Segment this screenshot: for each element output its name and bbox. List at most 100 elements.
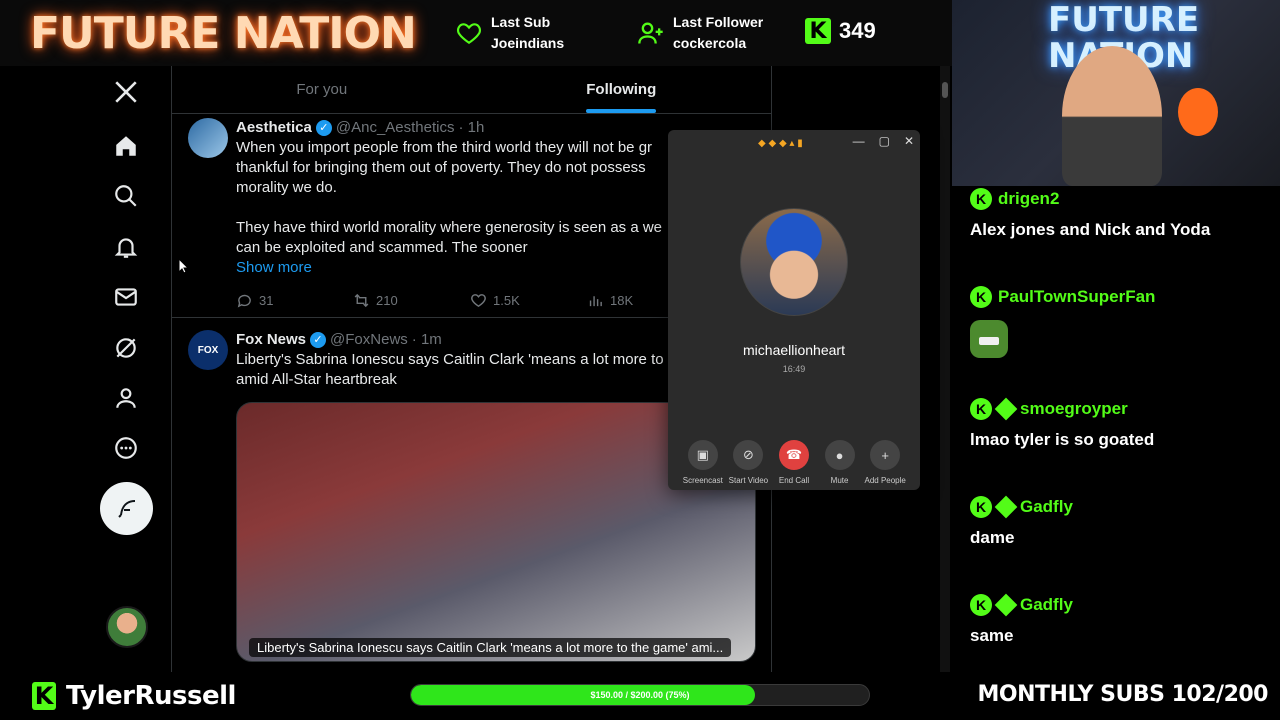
brand-title: FUTURE NATION <box>30 8 417 59</box>
chat-message-text: dame <box>970 528 1015 547</box>
caller-name: michaellionheart <box>743 342 845 358</box>
like-icon <box>471 293 486 307</box>
chat-message-text: same <box>970 626 1014 645</box>
last-follower-label: Last Follower <box>673 14 764 30</box>
orange-ball <box>1178 88 1218 136</box>
mouse-cursor-icon <box>178 258 188 274</box>
last-follower-widget: Last Follower cockercola <box>637 12 763 54</box>
tweet-author-name[interactable]: Fox News <box>236 330 306 350</box>
microphone-icon: ● <box>824 440 855 470</box>
page-scrollbar[interactable] <box>940 66 950 672</box>
tweet-time[interactable]: · 1m <box>412 330 442 350</box>
tweet-avatar[interactable] <box>188 118 228 158</box>
chat-username-text: Gadfly <box>1020 497 1073 516</box>
add-people-button[interactable]: + Add People <box>862 440 908 485</box>
maximize-icon[interactable]: ▢ <box>879 134 890 148</box>
webcam-feed: FUTURE NATION <box>952 0 1280 186</box>
fox-news-avatar[interactable]: FOX <box>188 330 228 370</box>
tweet-author-name[interactable]: Aesthetica <box>236 118 312 138</box>
kick-logo-icon: K <box>32 682 56 710</box>
screencast-button[interactable]: ▣ Screencast <box>680 440 726 485</box>
more-icon[interactable] <box>108 430 144 466</box>
heart-icon <box>457 23 481 45</box>
last-sub-label: Last Sub <box>491 14 551 30</box>
start-video-button[interactable]: ⊘ Start Video <box>726 440 772 485</box>
x-logo-icon[interactable] <box>108 74 144 110</box>
chat-username-text: drigen2 <box>998 189 1060 208</box>
grok-icon[interactable] <box>108 330 144 366</box>
video-off-icon: ⊘ <box>733 440 764 470</box>
kick-badge-icon: K <box>970 594 992 616</box>
chat-username: K smoegroyper <box>970 397 1154 421</box>
monthly-subs-counter: MONTHLY SUBS 102/200 <box>977 682 1269 707</box>
kick-follower-count: K 349 <box>805 18 876 44</box>
x-sidebar <box>0 66 172 672</box>
like-count: 1.5K <box>493 292 520 308</box>
goal-progress-bar: $150.00 / $200.00 (75%) <box>410 684 870 706</box>
diamond-badge-icon <box>994 397 1018 421</box>
chat-message: K Gadfly dame <box>970 495 1073 548</box>
mute-button[interactable]: ● Mute <box>817 440 863 485</box>
window-controls: — ▢ ✕ <box>853 134 914 148</box>
tweet-author-handle[interactable]: @Anc_Aesthetics <box>336 118 455 138</box>
view-count: 18K <box>610 292 634 308</box>
close-icon[interactable]: ✕ <box>904 134 914 148</box>
reply-button[interactable]: 31 <box>236 292 353 309</box>
chat-username-text: PaulTownSuperFan <box>998 287 1156 306</box>
verified-badge-icon: ✓ <box>315 120 332 136</box>
home-icon[interactable] <box>108 128 144 164</box>
stream-bottom-bar: K TylerRussell $150.00 / $200.00 (75%) M… <box>0 672 1280 720</box>
chat-message: K smoegroyper lmao tyler is so goated <box>970 397 1155 450</box>
kick-badge-icon: K <box>970 188 992 210</box>
streamer-figure <box>1062 46 1162 186</box>
mail-icon[interactable] <box>108 279 144 315</box>
chat-emote <box>970 320 1008 358</box>
add-people-icon: + <box>870 440 901 470</box>
end-call-label: End Call <box>778 476 810 485</box>
chat-message-text: Alex jones and Nick and Yoda <box>970 220 1211 239</box>
reply-icon <box>237 294 251 307</box>
search-icon[interactable] <box>108 178 144 214</box>
last-sub-value: Joeindians <box>491 35 565 51</box>
chat-username: K drigen2 <box>970 188 1210 210</box>
goal-progress-text: $150.00 / $200.00 (75%) <box>590 690 690 700</box>
kick-badge-icon: K <box>970 496 992 518</box>
call-window: ◆ ◆ ◆ ▴ ▮ — ▢ ✕ michaellionheart 16:49 ▣… <box>668 130 920 490</box>
tab-following[interactable]: Following <box>472 66 772 113</box>
minimize-icon[interactable]: — <box>853 134 865 148</box>
repost-count: 210 <box>376 292 398 308</box>
screencast-icon: ▣ <box>687 440 718 470</box>
call-controls: ▣ Screencast ⊘ Start Video ☎ End Call ● … <box>680 440 908 485</box>
repost-icon <box>354 293 369 307</box>
add-people-label: Add People <box>864 476 906 485</box>
chat-username: K Gadfly <box>970 495 1073 519</box>
views-icon <box>589 295 602 306</box>
verified-badge-icon: ✓ <box>310 332 327 348</box>
post-button[interactable] <box>100 482 153 535</box>
kick-badge-icon: K <box>970 286 992 308</box>
tweet-time[interactable]: · 1h <box>459 118 485 138</box>
stream-top-bar: FUTURE NATION Last Sub Joeindians Last F… <box>0 0 952 66</box>
media-caption: Liberty's Sabrina Ionescu says Caitlin C… <box>249 638 732 657</box>
last-follower-value: cockercola <box>673 35 747 51</box>
mute-label: Mute <box>830 476 849 485</box>
call-duration: 16:49 <box>782 364 806 374</box>
chat-username: K PaulTownSuperFan <box>970 286 1155 308</box>
streamer-name-widget: K TylerRussell <box>32 681 236 711</box>
diamond-badge-icon <box>994 495 1018 519</box>
bell-icon[interactable] <box>108 229 144 265</box>
screencast-label: Screencast <box>682 476 723 485</box>
like-button[interactable]: 1.5K <box>470 292 587 309</box>
chat-message: K Gadfly same <box>970 593 1073 646</box>
scrollbar-thumb[interactable] <box>942 82 948 98</box>
end-call-icon: ☎ <box>778 440 809 470</box>
tab-for-you[interactable]: For you <box>172 66 472 113</box>
chat-message: K drigen2 Alex jones and Nick and Yoda <box>970 188 1210 240</box>
last-sub-widget: Last Sub Joeindians <box>455 12 564 54</box>
profile-icon[interactable] <box>108 380 144 416</box>
end-call-button[interactable]: ☎ End Call <box>771 440 817 485</box>
account-avatar[interactable] <box>106 606 148 648</box>
chat-message-text: lmao tyler is so goated <box>970 430 1155 449</box>
repost-button[interactable]: 210 <box>353 292 470 309</box>
tweet-author-handle[interactable]: @FoxNews <box>330 330 408 350</box>
